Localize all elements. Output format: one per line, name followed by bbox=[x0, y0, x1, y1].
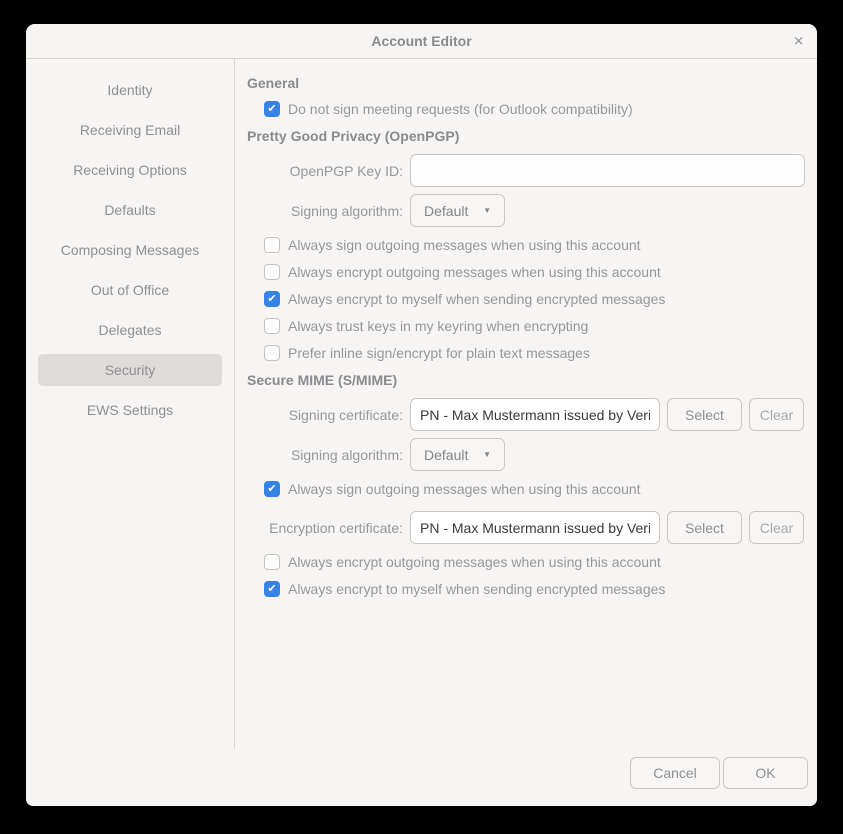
checkbox[interactable]: ✔ bbox=[264, 101, 280, 117]
sidebar-item-label: Defaults bbox=[104, 202, 155, 218]
pgp-checkbox-group: ✔ Always sign outgoing messages when usin… bbox=[264, 237, 805, 361]
dialog-body: Identity Receiving Email Receiving Options… bbox=[26, 59, 817, 749]
pgp-signing-algorithm-label: Signing algorithm: bbox=[247, 203, 403, 219]
checkbox[interactable]: ✔ bbox=[264, 345, 280, 361]
check-icon: ✔ bbox=[267, 104, 276, 115]
account-editor-dialog: Account Editor ✕ Identity Receiving Email… bbox=[26, 24, 817, 806]
checkbox[interactable]: ✔ bbox=[264, 237, 280, 253]
checkbox-label: Always encrypt to myself when sending en… bbox=[288, 581, 665, 597]
general-checkbox-group: ✔ Do not sign meeting requests (for Outlo… bbox=[264, 101, 805, 117]
pgp-signing-algorithm-dropdown[interactable]: Default ▼ bbox=[410, 194, 505, 227]
smime-sign-checkbox-group: ✔ Always sign outgoing messages when usin… bbox=[264, 481, 805, 497]
checkbox[interactable]: ✔ bbox=[264, 264, 280, 280]
ok-button[interactable]: OK bbox=[723, 757, 808, 789]
chevron-down-icon: ▼ bbox=[483, 451, 491, 459]
checkbox-row: ✔ Always encrypt outgoing messages when u… bbox=[264, 264, 805, 280]
sidebar-item-label: Composing Messages bbox=[61, 242, 200, 258]
sidebar-item-label: Receiving Options bbox=[73, 162, 187, 178]
checkbox[interactable]: ✔ bbox=[264, 481, 280, 497]
sidebar-item-security[interactable]: Security bbox=[38, 354, 222, 386]
checkbox-row: ✔ Always sign outgoing messages when usin… bbox=[264, 237, 805, 253]
sidebar-item-receiving-options[interactable]: Receiving Options bbox=[38, 154, 222, 186]
section-header-openpgp: Pretty Good Privacy (OpenPGP) bbox=[247, 128, 805, 144]
checkbox-label: Always encrypt outgoing messages when us… bbox=[288, 554, 661, 570]
checkbox-row: ✔ Do not sign meeting requests (for Outlo… bbox=[264, 101, 805, 117]
checkbox-label: Always trust keys in my keyring when enc… bbox=[288, 318, 588, 334]
signing-certificate-row: Signing certificate: Select Clear bbox=[247, 398, 805, 431]
checkbox-label: Always encrypt outgoing messages when us… bbox=[288, 264, 661, 280]
checkbox-label: Always sign outgoing messages when using… bbox=[288, 481, 641, 497]
titlebar[interactable]: Account Editor ✕ bbox=[26, 24, 817, 59]
checkbox-row: ✔ Always sign outgoing messages when usin… bbox=[264, 481, 805, 497]
checkbox-row: ✔ Always encrypt outgoing messages when u… bbox=[264, 554, 805, 570]
sidebar-item-label: Receiving Email bbox=[80, 122, 180, 138]
signing-certificate-select-button[interactable]: Select bbox=[667, 398, 742, 431]
signing-certificate-label: Signing certificate: bbox=[247, 407, 403, 423]
encryption-certificate-select-button[interactable]: Select bbox=[667, 511, 742, 544]
smime-signing-algorithm-label: Signing algorithm: bbox=[247, 447, 403, 463]
sidebar-item-label: Security bbox=[105, 362, 156, 378]
dropdown-value: Default bbox=[424, 447, 468, 463]
sidebar-item-label: Identity bbox=[107, 82, 152, 98]
checkbox[interactable]: ✔ bbox=[264, 581, 280, 597]
signing-certificate-input[interactable] bbox=[410, 398, 660, 431]
sidebar-item-ews-settings[interactable]: EWS Settings bbox=[38, 394, 222, 426]
checkbox[interactable]: ✔ bbox=[264, 291, 280, 307]
content-panel: General ✔ Do not sign meeting requests (f… bbox=[235, 59, 817, 749]
checkbox[interactable]: ✔ bbox=[264, 318, 280, 334]
action-bar: Cancel OK bbox=[26, 749, 817, 806]
section-header-general: General bbox=[247, 75, 805, 91]
checkbox-row: ✔ Always encrypt to myself when sending e… bbox=[264, 291, 805, 307]
encryption-certificate-label: Encryption certificate: bbox=[247, 520, 403, 536]
openpgp-key-id-row: OpenPGP Key ID: bbox=[247, 154, 805, 187]
sidebar-item-delegates[interactable]: Delegates bbox=[38, 314, 222, 346]
dropdown-value: Default bbox=[424, 203, 468, 219]
encryption-certificate-row: Encryption certificate: Select Clear bbox=[247, 511, 805, 544]
sidebar-item-label: EWS Settings bbox=[87, 402, 173, 418]
checkbox[interactable]: ✔ bbox=[264, 554, 280, 570]
openpgp-key-id-label: OpenPGP Key ID: bbox=[247, 163, 403, 179]
sidebar: Identity Receiving Email Receiving Options… bbox=[26, 59, 235, 749]
window-title: Account Editor bbox=[371, 33, 471, 49]
checkbox-label: Do not sign meeting requests (for Outloo… bbox=[288, 101, 633, 117]
check-icon: ✔ bbox=[267, 584, 276, 595]
checkbox-label: Always encrypt to myself when sending en… bbox=[288, 291, 665, 307]
close-icon[interactable]: ✕ bbox=[793, 35, 804, 48]
pgp-signing-algorithm-row: Signing algorithm: Default ▼ bbox=[247, 194, 805, 227]
section-header-smime: Secure MIME (S/MIME) bbox=[247, 372, 805, 388]
smime-signing-algorithm-dropdown[interactable]: Default ▼ bbox=[410, 438, 505, 471]
checkbox-row: ✔ Always encrypt to myself when sending e… bbox=[264, 581, 805, 597]
signing-certificate-clear-button[interactable]: Clear bbox=[749, 398, 804, 431]
sidebar-item-receiving-email[interactable]: Receiving Email bbox=[38, 114, 222, 146]
check-icon: ✔ bbox=[267, 294, 276, 305]
checkbox-row: ✔ Prefer inline sign/encrypt for plain te… bbox=[264, 345, 805, 361]
sidebar-item-defaults[interactable]: Defaults bbox=[38, 194, 222, 226]
smime-encrypt-checkbox-group: ✔ Always encrypt outgoing messages when u… bbox=[264, 554, 805, 597]
smime-signing-algorithm-row: Signing algorithm: Default ▼ bbox=[247, 438, 805, 471]
sidebar-item-label: Out of Office bbox=[91, 282, 169, 298]
sidebar-item-composing-messages[interactable]: Composing Messages bbox=[38, 234, 222, 266]
openpgp-key-id-input[interactable] bbox=[410, 154, 805, 187]
sidebar-item-out-of-office[interactable]: Out of Office bbox=[38, 274, 222, 306]
chevron-down-icon: ▼ bbox=[483, 207, 491, 215]
checkbox-row: ✔ Always trust keys in my keyring when en… bbox=[264, 318, 805, 334]
sidebar-item-label: Delegates bbox=[98, 322, 161, 338]
encryption-certificate-input[interactable] bbox=[410, 511, 660, 544]
check-icon: ✔ bbox=[267, 484, 276, 495]
cancel-button[interactable]: Cancel bbox=[630, 757, 720, 789]
checkbox-label: Prefer inline sign/encrypt for plain tex… bbox=[288, 345, 590, 361]
encryption-certificate-clear-button[interactable]: Clear bbox=[749, 511, 804, 544]
checkbox-label: Always sign outgoing messages when using… bbox=[288, 237, 641, 253]
sidebar-item-identity[interactable]: Identity bbox=[38, 74, 222, 106]
